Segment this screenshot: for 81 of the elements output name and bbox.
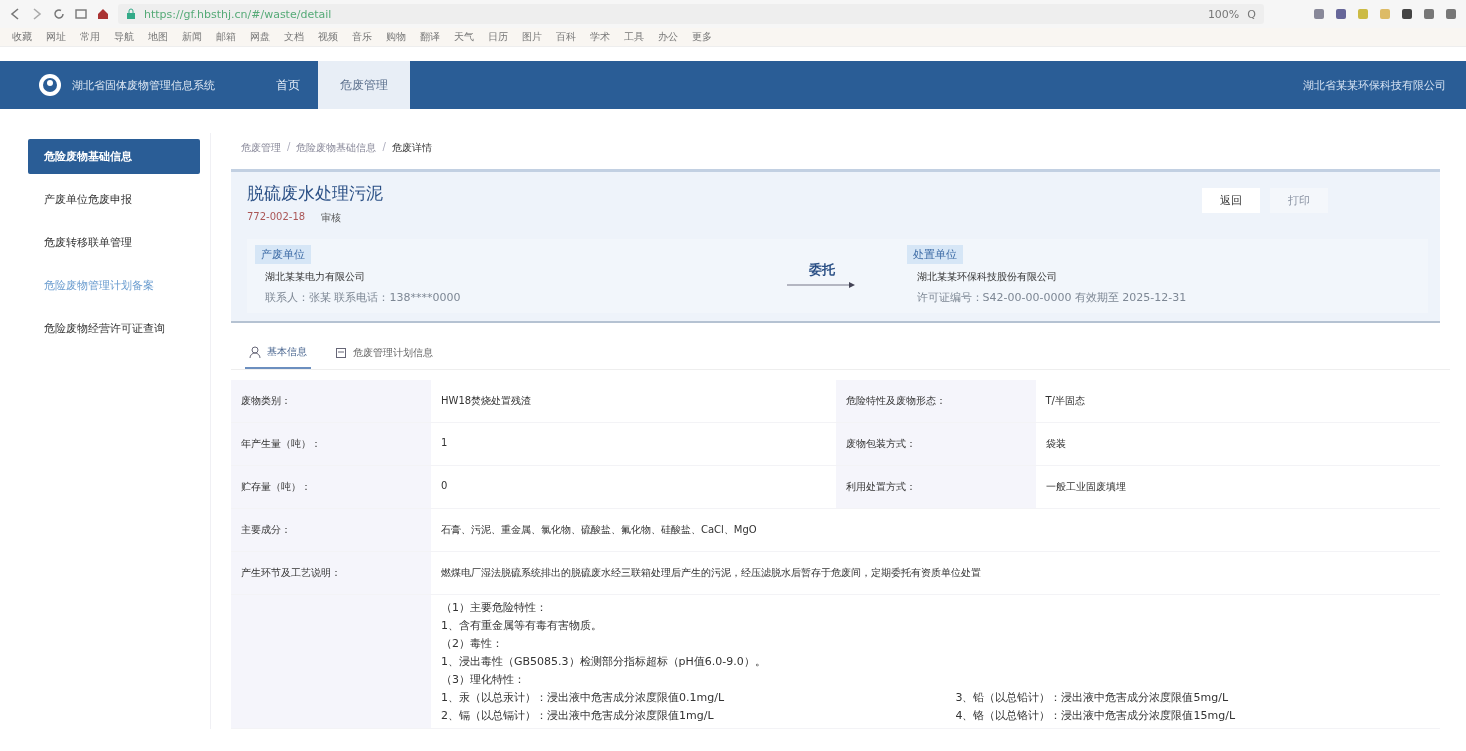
note-line: 1、汞（以总汞计）：浸出液中危害成分浓度限值0.1mg/L bbox=[441, 690, 726, 705]
breadcrumb-separator: / bbox=[382, 141, 386, 154]
company-detail: 联系人：张某 联系电话：138****0000 bbox=[264, 290, 461, 305]
note-line: 4、铬（以总铬计）：浸出液中危害成分浓度限值15mg/L bbox=[955, 708, 1237, 723]
sidebar-item[interactable]: 危废转移联单管理 bbox=[28, 225, 200, 260]
bookmark-link[interactable]: 网址 bbox=[46, 30, 66, 44]
company-name: 湖北某某电力有限公司 bbox=[264, 270, 365, 284]
logo-icon[interactable] bbox=[38, 73, 62, 97]
lock-icon[interactable] bbox=[126, 8, 136, 20]
note-line: 2、镉（以总镉计）：浸出液中危害成分浓度限值1mg/L bbox=[441, 708, 715, 723]
waste-code: 772-002-18 bbox=[247, 211, 306, 224]
home-icon[interactable] bbox=[96, 7, 110, 21]
bookmark-link[interactable]: 翻译 bbox=[420, 30, 440, 44]
url-text: https://gf.hbsthj.cn/#/waste/detail bbox=[144, 7, 333, 21]
field-label: 年产生量（吨）： bbox=[231, 423, 431, 465]
bookmark-link[interactable]: 学术 bbox=[590, 30, 610, 44]
bookmark-link[interactable]: 网盘 bbox=[250, 30, 270, 44]
extension-icon[interactable] bbox=[1400, 7, 1414, 21]
bookmark-link[interactable]: 购物 bbox=[386, 30, 406, 44]
bookmark-link[interactable]: 工具 bbox=[624, 30, 644, 44]
user-name[interactable]: 湖北省某某环保科技有限公司 bbox=[1303, 77, 1446, 93]
note-line: 3、铅（以总铅计）：浸出液中危害成分浓度限值5mg/L bbox=[955, 690, 1230, 705]
arrow-icon[interactable] bbox=[786, 281, 857, 289]
extension-icon[interactable] bbox=[1422, 7, 1436, 21]
user-icon[interactable] bbox=[249, 346, 261, 358]
breadcrumb-link[interactable]: 危险废物基础信息 bbox=[296, 141, 377, 155]
field-label: 废物包装方式： bbox=[835, 423, 1036, 465]
sidebar-item[interactable]: 危险废物管理计划备案 bbox=[28, 268, 200, 303]
company-detail: 许可证编号：S42-00-00-0000 有效期至 2025-12-31 bbox=[915, 290, 1187, 305]
extension-icon[interactable] bbox=[1334, 7, 1348, 21]
tab[interactable]: 基本信息 bbox=[245, 341, 311, 369]
bookmark-link[interactable]: 收藏 bbox=[12, 30, 32, 44]
party-tag: 处置单位 bbox=[906, 245, 963, 264]
note-line: （1）主要危险特性： bbox=[441, 600, 548, 615]
bookmark-link[interactable]: 文档 bbox=[284, 30, 304, 44]
field-label: 利用处置方式： bbox=[835, 466, 1036, 508]
company-name: 湖北某某环保科技股份有限公司 bbox=[915, 270, 1057, 284]
bookmark-link[interactable]: 办公 bbox=[658, 30, 678, 44]
tab[interactable]: 危废管理计划信息 bbox=[331, 341, 437, 369]
note-line: 1、含有重金属等有毒有害物质。 bbox=[441, 618, 603, 633]
bookmark-link[interactable]: 地图 bbox=[148, 30, 168, 44]
nav-tab[interactable]: 危废管理 bbox=[318, 61, 410, 109]
breadcrumb-separator: / bbox=[287, 141, 291, 154]
bookmark-link[interactable]: 导航 bbox=[114, 30, 134, 44]
breadcrumb-link[interactable]: 危废管理 bbox=[241, 141, 281, 155]
note-line: （3）理化特性： bbox=[441, 672, 526, 687]
bookmark-link[interactable]: 日历 bbox=[488, 30, 508, 44]
breadcrumb-current: 危废详情 bbox=[391, 141, 432, 155]
bookmark-link[interactable]: 天气 bbox=[454, 30, 474, 44]
sidebar-item[interactable]: 危险废物经营许可证查询 bbox=[28, 311, 200, 346]
relation-label: 委托 bbox=[808, 261, 835, 279]
field-label: 主要成分： bbox=[231, 509, 431, 551]
address-field[interactable]: https://gf.hbsthj.cn/#/waste/detail 100% Q bbox=[118, 4, 1264, 24]
bookmark-link[interactable]: 更多 bbox=[692, 30, 712, 44]
field-label: 贮存量（吨）： bbox=[231, 466, 431, 508]
note-line: 1、浸出毒性（GB5085.3）检测部分指标超标（pH值6.0-9.0）。 bbox=[441, 654, 767, 669]
field-label: 废物类别： bbox=[231, 380, 431, 422]
bookmark-link[interactable]: 图片 bbox=[522, 30, 542, 44]
bookmark-link[interactable]: 百科 bbox=[556, 30, 576, 44]
bookmark-link[interactable]: 邮箱 bbox=[216, 30, 236, 44]
party-tag: 产废单位 bbox=[255, 245, 311, 264]
status-label: 审核 bbox=[321, 211, 342, 225]
window-icon[interactable] bbox=[74, 7, 88, 21]
bookmark-link[interactable]: 常用 bbox=[80, 30, 100, 44]
zoom-level: 100% bbox=[1207, 7, 1240, 21]
nav-tab[interactable]: 首页 bbox=[258, 61, 318, 109]
bookmark-link[interactable]: 视频 bbox=[318, 30, 338, 44]
document-icon[interactable] bbox=[335, 347, 347, 359]
reload-icon[interactable] bbox=[52, 7, 66, 21]
extension-icon[interactable] bbox=[1444, 7, 1458, 21]
sidebar-item[interactable]: 产废单位危废申报 bbox=[28, 182, 200, 217]
waste-title: 脱硫废水处理污泥 bbox=[247, 182, 383, 205]
search-label: Q bbox=[1247, 7, 1256, 21]
note-line: （2）毒性： bbox=[441, 636, 504, 651]
action-button[interactable]: 返回 bbox=[1202, 188, 1260, 213]
system-name: 湖北省固体废物管理信息系统 bbox=[72, 77, 215, 93]
field-label: 产生环节及工艺说明： bbox=[231, 552, 431, 594]
bookmark-link[interactable]: 新闻 bbox=[182, 30, 202, 44]
field-label: 危险特性及废物形态： bbox=[835, 380, 1036, 422]
bookmark-link[interactable]: 音乐 bbox=[352, 30, 372, 44]
sidebar-item[interactable]: 危险废物基础信息 bbox=[28, 139, 200, 174]
